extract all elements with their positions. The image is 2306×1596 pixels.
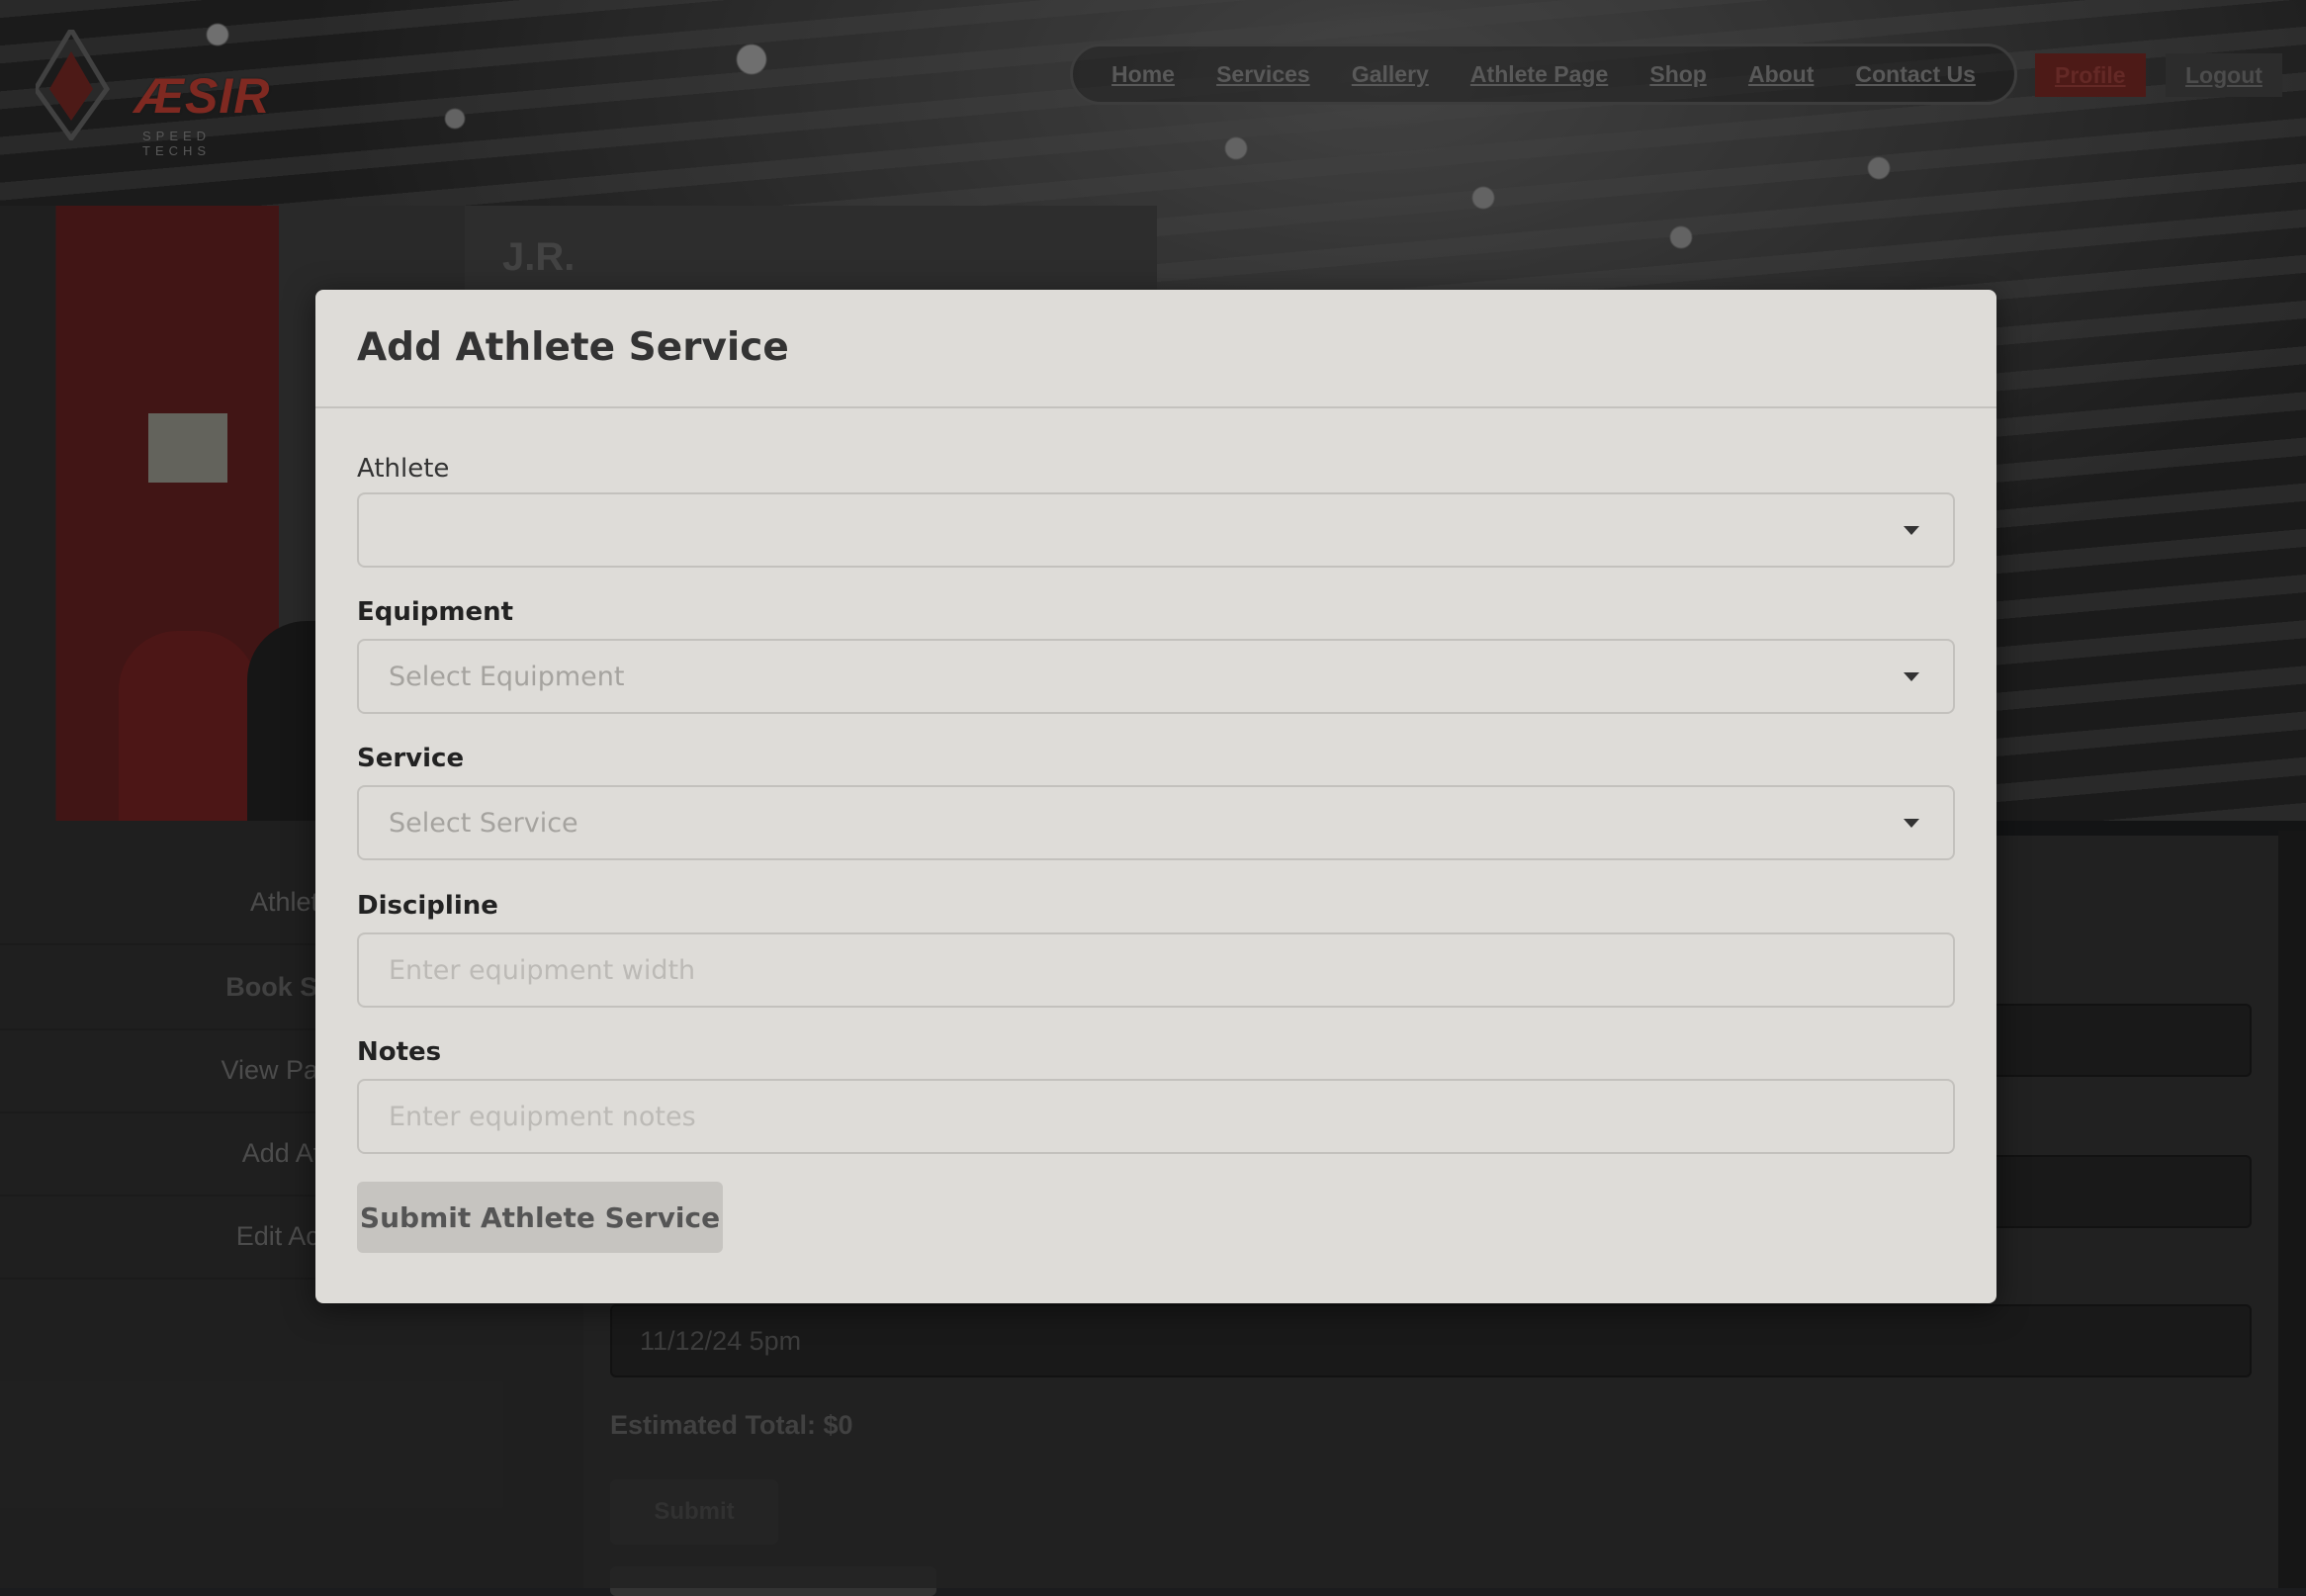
service-label: Service xyxy=(357,744,465,773)
athlete-label: Athlete xyxy=(357,454,450,484)
notes-input[interactable]: Enter equipment notes xyxy=(357,1079,1955,1154)
modal-header: Add Athlete Service xyxy=(315,290,1996,408)
chevron-down-icon xyxy=(1904,672,1919,681)
modal-title: Add Athlete Service xyxy=(357,325,789,370)
equipment-label: Equipment xyxy=(357,597,514,627)
submit-athlete-service-button[interactable]: Submit Athlete Service xyxy=(357,1182,723,1253)
chevron-down-icon xyxy=(1904,819,1919,828)
add-athlete-service-modal: Add Athlete Service Athlete Equipment Se… xyxy=(315,290,1996,1303)
notes-placeholder: Enter equipment notes xyxy=(389,1101,696,1132)
discipline-placeholder: Enter equipment width xyxy=(389,954,696,986)
discipline-input[interactable]: Enter equipment width xyxy=(357,932,1955,1008)
chevron-down-icon xyxy=(1904,526,1919,535)
equipment-select-placeholder: Select Equipment xyxy=(389,661,625,692)
notes-label: Notes xyxy=(357,1037,442,1067)
equipment-select[interactable]: Select Equipment xyxy=(357,639,1955,714)
service-select-placeholder: Select Service xyxy=(389,807,578,839)
discipline-label: Discipline xyxy=(357,891,498,921)
athlete-select[interactable] xyxy=(357,492,1955,568)
service-select[interactable]: Select Service xyxy=(357,785,1955,860)
